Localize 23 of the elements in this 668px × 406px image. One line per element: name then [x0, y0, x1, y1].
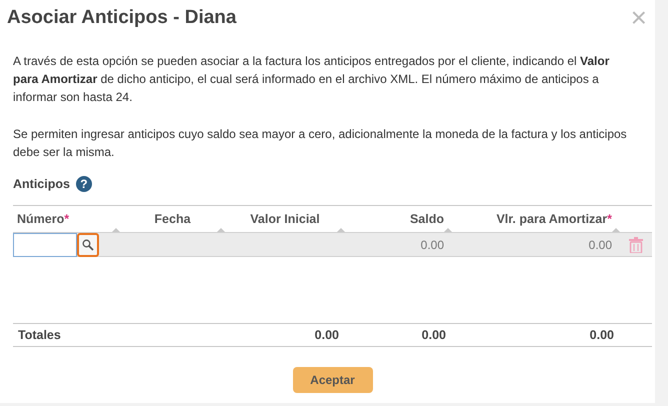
total-value: 0.00 [422, 326, 446, 344]
help-icon[interactable]: ? [76, 176, 92, 192]
column-header[interactable]: Saldo [410, 210, 444, 229]
description-text: Se permiten ingresar anticipos cuyo saldo sea mayor a cero, adicionalmente la moneda de la factura y los anticipos debe ser la misma. [13, 126, 628, 160]
number-field[interactable] [13, 232, 77, 257]
table-cell-text: 0.00 [420, 236, 444, 254]
column-header[interactable]: Vlr. para Amortizar* [496, 210, 612, 229]
required-marker: * [64, 212, 70, 226]
total-value: 0.00 [314, 326, 339, 344]
column-header[interactable]: Fecha [154, 210, 191, 229]
description-text: A través de esta opción se pueden asociar a la factura los anticipos entregados por el cliente, indicando el Valor para Amortizar de dicho anticipo, el cual será informado en el archivo XML. El número máximo de anticipos a informar son hasta 24. [13, 52, 610, 106]
section-label: Anticipos [13, 176, 70, 193]
accept-button[interactable]: Aceptar [292, 367, 372, 394]
trash-icon[interactable] [629, 236, 643, 253]
dialog-title: Asociar Anticipos - Diana [7, 6, 236, 30]
column-header[interactable]: Número* [17, 210, 70, 229]
search-icon [82, 238, 94, 251]
search-button[interactable] [77, 232, 99, 257]
column-header[interactable]: Valor Inicial [250, 210, 320, 229]
table-cell-text: 0.00 [588, 236, 612, 254]
required-marker: * [607, 212, 612, 226]
total-value: 0.00 [590, 326, 614, 344]
totals-label: Totales [18, 328, 61, 342]
